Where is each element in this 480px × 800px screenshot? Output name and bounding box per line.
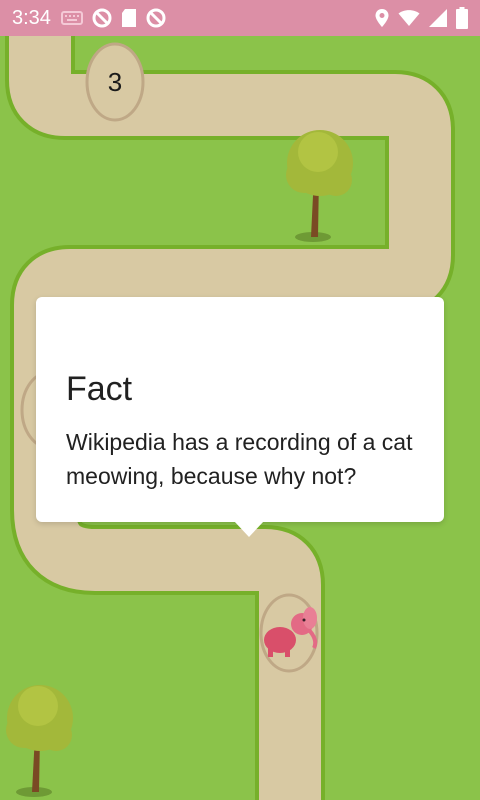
status-bar: 3:34 bbox=[0, 0, 480, 36]
fact-text: Wikipedia has a recording of a cat meowi… bbox=[66, 429, 413, 489]
dialog-pointer bbox=[234, 521, 264, 537]
notification-blocked-icon bbox=[145, 7, 167, 29]
wifi-icon bbox=[398, 9, 420, 27]
status-right-icons bbox=[374, 7, 468, 29]
fact-dialog[interactable]: Fact Wikipedia has a recording of a cat … bbox=[36, 297, 444, 537]
keyboard-icon bbox=[60, 10, 83, 26]
location-icon bbox=[374, 8, 390, 28]
battery-icon bbox=[456, 7, 468, 29]
current-level-node[interactable] bbox=[259, 593, 319, 673]
sd-card-icon bbox=[121, 8, 137, 28]
notification-blocked-icon bbox=[91, 7, 113, 29]
status-left-icons bbox=[60, 7, 167, 29]
fact-title: Fact bbox=[66, 370, 133, 408]
level-node[interactable]: 3 bbox=[85, 42, 145, 122]
status-time: 3:34 bbox=[12, 6, 51, 29]
signal-icon bbox=[428, 8, 448, 28]
level-node-number: 3 bbox=[108, 67, 122, 97]
